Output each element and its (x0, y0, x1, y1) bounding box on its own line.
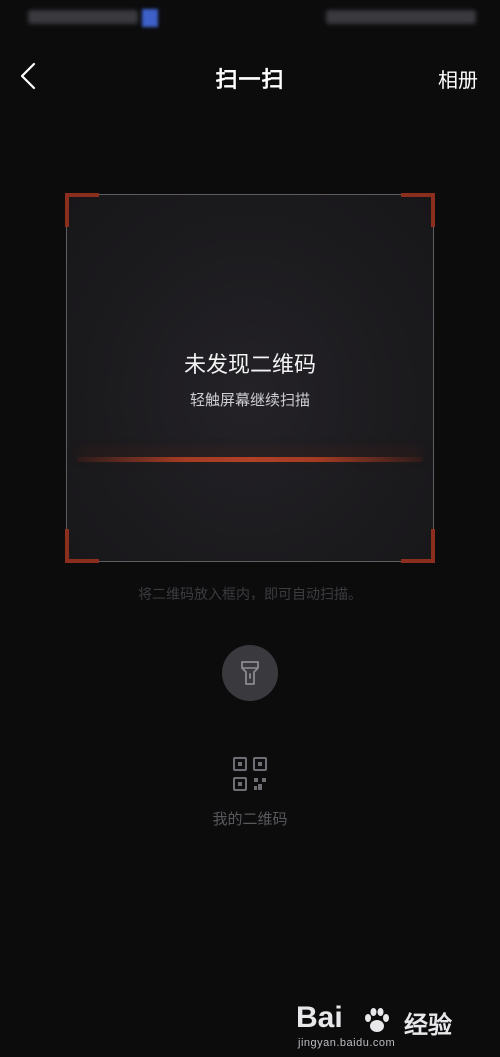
scan-frame[interactable]: 未发现二维码 轻触屏幕继续扫描 (65, 193, 435, 563)
status-bar (0, 0, 500, 40)
scan-corner-bottom-left (65, 529, 99, 563)
navigation-bar: 扫一扫 相册 (0, 50, 500, 106)
flashlight-icon (241, 661, 259, 685)
scan-status-text: 未发现二维码 (183, 353, 316, 378)
scan-corner-top-left (65, 193, 99, 227)
scan-hint-text: 轻触屏幕继续扫描 (189, 391, 310, 409)
scan-corner-top-right (401, 193, 435, 227)
scan-line (77, 457, 423, 462)
watermark: Bai 经验 jingyan.baidu.com (296, 1001, 486, 1049)
status-blur-right (326, 10, 476, 24)
qr-code-icon (233, 757, 267, 791)
page-title: 扫一扫 (215, 68, 285, 93)
watermark-brand-suffix: 经验 (404, 1011, 452, 1039)
watermark-url: jingyan.baidu.com (298, 1037, 396, 1049)
status-blur-blue (142, 9, 158, 27)
scan-instruction: 将二维码放入框内，即可自动扫描。 (138, 587, 362, 603)
flashlight-button[interactable] (222, 645, 278, 701)
status-blur-left (28, 10, 138, 24)
my-qr-button[interactable] (232, 756, 268, 792)
paw-icon (365, 1008, 389, 1032)
watermark-brand: Bai (296, 1001, 343, 1034)
album-button[interactable]: 相册 (438, 64, 478, 93)
my-qr-label[interactable]: 我的二维码 (0, 808, 500, 829)
scan-corner-bottom-right (401, 529, 435, 563)
